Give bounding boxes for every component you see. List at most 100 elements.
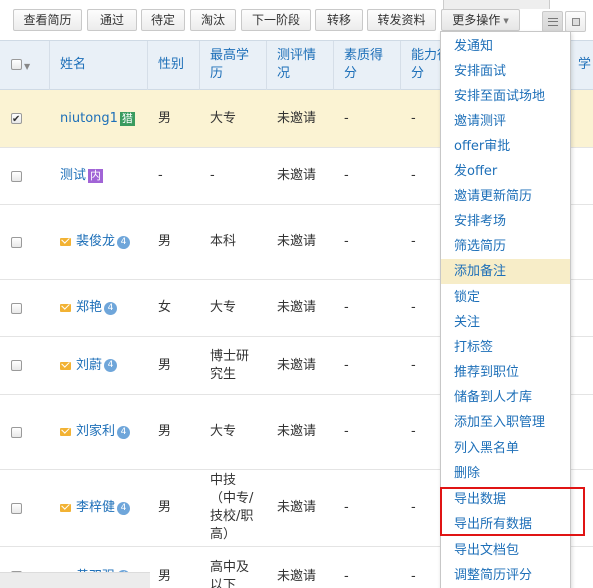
header-study[interactable]: 学 bbox=[568, 41, 593, 90]
education-cell: 大专 bbox=[210, 300, 237, 315]
header-gender[interactable]: 性别 bbox=[148, 41, 200, 90]
headhunter-tag: 猎 bbox=[119, 111, 135, 126]
pending-button[interactable]: 待定 bbox=[141, 9, 185, 31]
name-cell: 郑艳 4 bbox=[50, 280, 148, 336]
menu-item-offer-approval[interactable]: offer审批 bbox=[441, 134, 570, 159]
candidate-name[interactable]: 刘家利 bbox=[76, 423, 115, 441]
education-cell: 博士研究生 bbox=[200, 337, 267, 394]
assessment-cell: 未邀请 bbox=[277, 500, 317, 515]
candidate-name[interactable]: 郑艳 bbox=[76, 299, 102, 317]
name-cell: 测试内 bbox=[50, 148, 148, 204]
menu-item-export-document-package[interactable]: 导出文档包 bbox=[441, 538, 570, 563]
name-cell: 刘家利 4 bbox=[50, 395, 148, 469]
candidate-name[interactable]: 测试 bbox=[60, 167, 86, 185]
header-assessment[interactable]: 测评情况 bbox=[267, 41, 334, 90]
internal-tag: 内 bbox=[88, 169, 104, 183]
reject-button[interactable]: 淘汰 bbox=[190, 9, 236, 31]
menu-item-invite-assessment[interactable]: 邀请测评 bbox=[441, 109, 570, 134]
row-checkbox[interactable] bbox=[11, 302, 22, 314]
row-checkbox[interactable] bbox=[11, 236, 22, 248]
row-select-cell bbox=[0, 470, 50, 546]
ability-score-cell: - bbox=[411, 357, 416, 373]
education-cell: 高中及以下 bbox=[200, 547, 267, 588]
candidate-name[interactable]: 刘蔚 bbox=[76, 357, 102, 375]
gender-cell: 男 bbox=[158, 234, 172, 249]
more-actions-button[interactable]: 更多操作 ▼ bbox=[441, 9, 520, 31]
header-quality-score[interactable]: 素质得分 bbox=[334, 41, 401, 90]
row-checkbox[interactable] bbox=[11, 426, 22, 438]
ability-score-cell: - bbox=[411, 568, 416, 584]
candidate-name[interactable]: 李梓健 bbox=[76, 499, 115, 517]
mail-icon bbox=[60, 304, 71, 312]
mail-icon bbox=[60, 361, 71, 370]
pass-button[interactable]: 通过 bbox=[87, 9, 137, 31]
horizontal-scrollbar[interactable] bbox=[0, 572, 150, 588]
name-cell: 李梓健 4 bbox=[50, 470, 148, 546]
gender-cell: 女 bbox=[158, 300, 172, 315]
quality-score-cell: - bbox=[344, 168, 349, 183]
toolbar-overlay bbox=[443, 0, 550, 9]
menu-item-assign-exam-room[interactable]: 安排考场 bbox=[441, 209, 570, 234]
select-all-checkbox[interactable] bbox=[11, 59, 22, 70]
menu-item-blacklist[interactable]: 列入黑名单 bbox=[441, 436, 570, 461]
select-dropdown-icon[interactable]: ▼ bbox=[24, 58, 30, 76]
assessment-cell: 未邀请 bbox=[277, 357, 317, 373]
education-cell: 大专 bbox=[210, 424, 237, 439]
row-select-cell bbox=[0, 395, 50, 469]
row-select-cell bbox=[0, 280, 50, 336]
menu-item-adjust-resume-score[interactable]: 调整简历评分 bbox=[441, 563, 570, 588]
menu-item-add-note[interactable]: 添加备注 bbox=[441, 259, 570, 284]
row-select-cell bbox=[0, 90, 50, 147]
ability-score-cell: - bbox=[411, 234, 416, 249]
list-view-icon bbox=[548, 18, 558, 26]
quality-score-cell: - bbox=[344, 500, 349, 515]
select-all-header: ▼ bbox=[0, 41, 50, 90]
menu-item-assign-interview-venue[interactable]: 安排至面试场地 bbox=[441, 84, 570, 109]
candidate-name[interactable]: 裴俊龙 bbox=[76, 233, 115, 251]
menu-item-send-offer[interactable]: 发offer bbox=[441, 159, 570, 184]
education-text: 博士研究生 bbox=[210, 348, 250, 382]
row-checkbox[interactable] bbox=[11, 170, 22, 182]
menu-item-follow[interactable]: 关注 bbox=[441, 310, 570, 335]
menu-item-request-resume-update[interactable]: 邀请更新简历 bbox=[441, 184, 570, 209]
list-view-button[interactable] bbox=[542, 11, 563, 32]
menu-item-recommend-to-position[interactable]: 推荐到职位 bbox=[441, 360, 570, 385]
menu-item-screen-resume[interactable]: 筛选简历 bbox=[441, 234, 570, 259]
count-badge: 4 bbox=[117, 235, 131, 249]
header-education[interactable]: 最高学历 bbox=[200, 41, 267, 90]
ability-score-cell: - bbox=[411, 424, 416, 439]
export-highlight-box bbox=[440, 487, 585, 536]
gender-cell: - bbox=[158, 168, 163, 183]
menu-item-send-notice[interactable]: 发通知 bbox=[441, 34, 570, 59]
row-checkbox[interactable] bbox=[11, 502, 22, 514]
row-select-cell bbox=[0, 205, 50, 279]
gender-cell: 男 bbox=[158, 424, 172, 439]
forward-data-button[interactable]: 转发资料 bbox=[367, 9, 436, 31]
assessment-cell: 未邀请 bbox=[277, 568, 317, 584]
menu-item-add-tag[interactable]: 打标签 bbox=[441, 335, 570, 360]
count-badge: 4 bbox=[117, 501, 131, 515]
assessment-cell: 未邀请 bbox=[277, 300, 317, 315]
view-resume-button[interactable]: 查看简历 bbox=[13, 9, 82, 31]
name-cell: niutong1 猎 bbox=[50, 90, 148, 147]
count-badge: 4 bbox=[104, 359, 118, 372]
menu-item-save-to-talent-pool[interactable]: 储备到人才库 bbox=[441, 385, 570, 410]
assessment-cell: 未邀请 bbox=[277, 110, 317, 126]
transfer-button[interactable]: 转移 bbox=[315, 9, 363, 31]
menu-item-schedule-interview[interactable]: 安排面试 bbox=[441, 59, 570, 84]
row-checkbox[interactable] bbox=[11, 360, 22, 371]
row-checkbox[interactable] bbox=[11, 111, 22, 129]
count-badge: 4 bbox=[104, 301, 118, 315]
menu-item-lock[interactable]: 锁定 bbox=[441, 285, 570, 310]
next-stage-button[interactable]: 下一阶段 bbox=[241, 9, 311, 31]
mail-icon bbox=[60, 428, 71, 436]
ability-score-cell: - bbox=[411, 300, 416, 315]
menu-item-delete[interactable]: 删除 bbox=[441, 461, 570, 486]
education-cell: 中技（中专/技校/职高） bbox=[200, 470, 267, 546]
header-name[interactable]: 姓名 bbox=[50, 41, 148, 90]
gender-cell: 男 bbox=[158, 568, 172, 584]
candidate-name[interactable]: niutong1 bbox=[60, 110, 118, 128]
menu-item-add-to-onboarding[interactable]: 添加至入职管理 bbox=[441, 410, 570, 435]
assessment-cell: 未邀请 bbox=[277, 424, 317, 439]
card-view-button[interactable] bbox=[565, 11, 586, 32]
